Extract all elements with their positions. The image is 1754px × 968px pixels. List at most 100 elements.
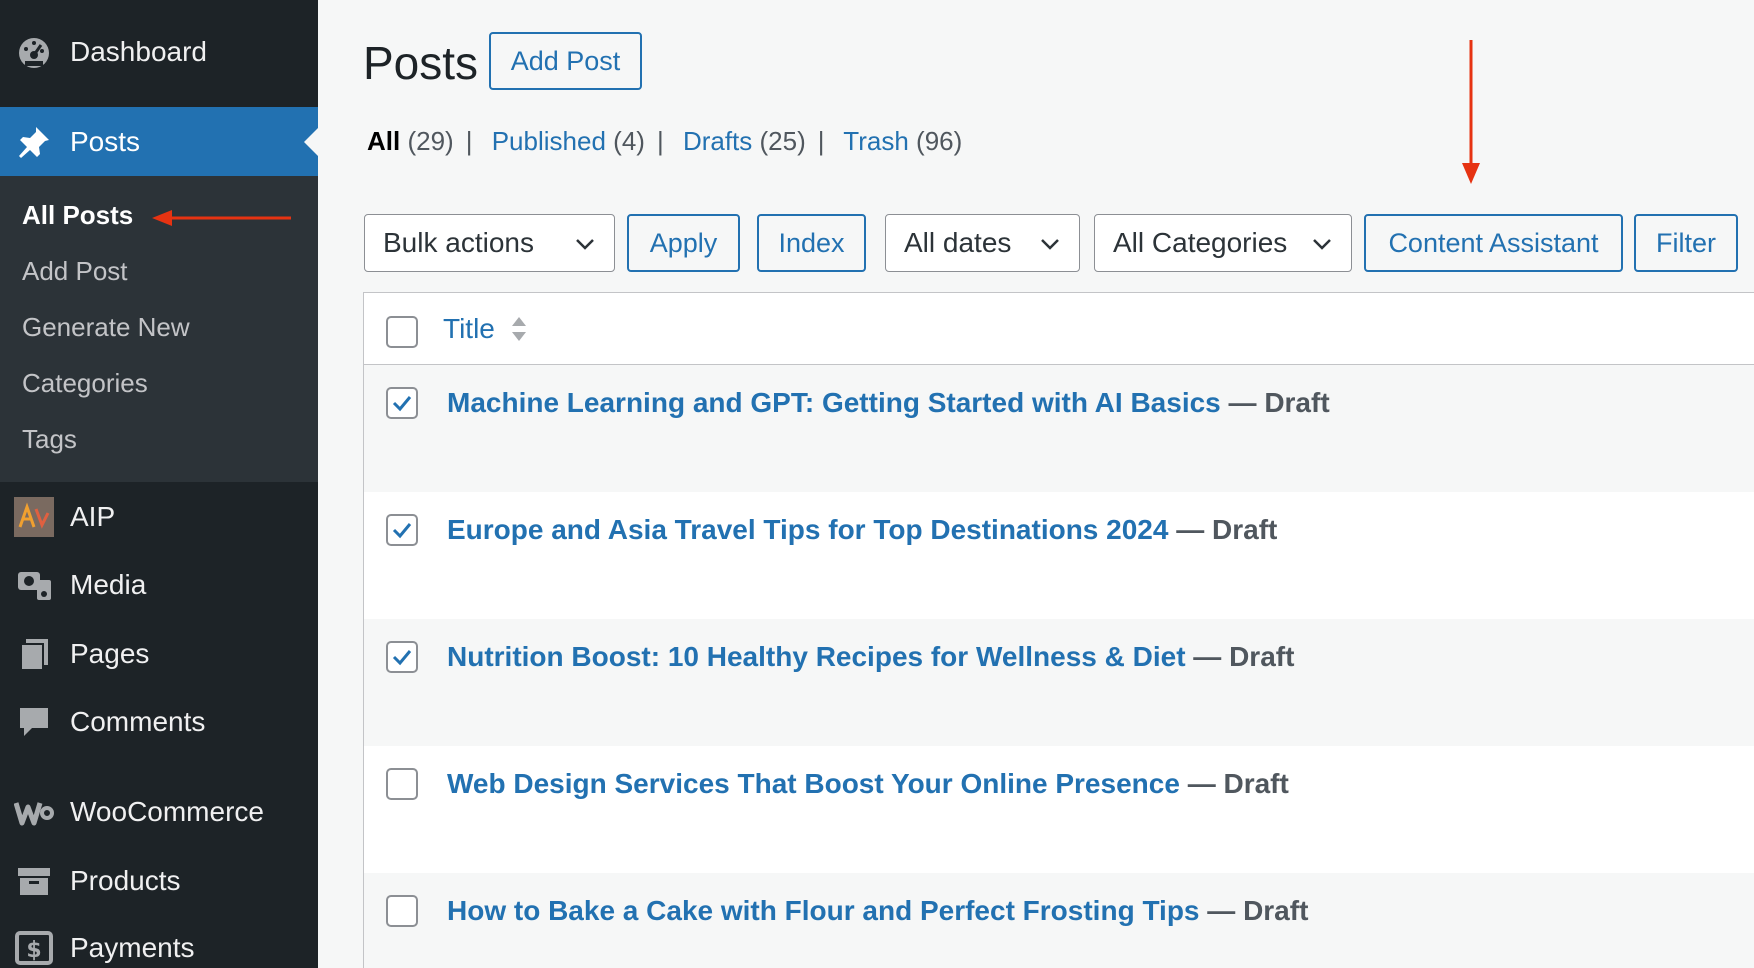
state-separator: — — [1187, 768, 1216, 799]
table-row: Nutrition Boost: 10 Healthy Recipes for … — [364, 619, 1754, 746]
menu-label: Dashboard — [70, 36, 207, 67]
row-checkbox[interactable] — [386, 641, 418, 673]
pushpin-icon — [14, 122, 54, 162]
post-state-label: Draft — [1264, 387, 1330, 418]
post-state-label: Draft — [1212, 514, 1278, 545]
submenu-all-posts[interactable]: All Posts — [22, 200, 133, 231]
sort-icon[interactable] — [509, 313, 529, 345]
menu-label: Posts — [70, 125, 141, 157]
filter-button[interactable]: Filter — [1634, 214, 1738, 272]
row-checkbox[interactable] — [386, 514, 418, 546]
post-state-label: Draft — [1243, 895, 1309, 926]
submenu-categories[interactable]: Categories — [22, 368, 148, 399]
column-title-sort-link[interactable]: Title — [443, 313, 495, 345]
post-title-link[interactable]: Europe and Asia Travel Tips for Top Dest… — [447, 514, 1277, 546]
table-row: How to Bake a Cake with Flour and Perfec… — [364, 873, 1754, 968]
payments-icon: $ — [14, 928, 54, 968]
dates-filter-value: All dates — [904, 227, 1012, 258]
categories-filter-value: All Categories — [1113, 227, 1288, 258]
table-row: Web Design Services That Boost Your Onli… — [364, 746, 1754, 873]
content-assistant-button[interactable]: Content Assistant — [1364, 214, 1623, 272]
menu-media[interactable]: Media — [0, 558, 318, 612]
menu-comments[interactable]: Comments — [0, 694, 318, 750]
post-state: — Draft — [1168, 514, 1277, 545]
comments-icon — [14, 702, 54, 742]
filter-trash[interactable]: Trash — [843, 126, 909, 156]
post-title-link[interactable]: Machine Learning and GPT: Getting Starte… — [447, 387, 1330, 419]
index-button[interactable]: Index — [757, 214, 866, 272]
bulk-actions-value: Bulk actions — [383, 227, 534, 258]
menu-label: Payments — [70, 932, 195, 963]
menu-dashboard[interactable]: Dashboard — [0, 22, 318, 82]
post-state: — Draft — [1200, 895, 1309, 926]
dates-filter-select[interactable]: All dates — [885, 214, 1080, 272]
status-filter-links: All (29) | Published (4) | Drafts (25) | Tr… — [367, 126, 962, 157]
post-title-text[interactable]: Nutrition Boost: 10 Healthy Recipes for … — [447, 641, 1186, 672]
separator: | — [817, 126, 825, 156]
filter-published[interactable]: Published — [492, 126, 606, 156]
menu-label: Pages — [70, 638, 150, 669]
row-checkbox[interactable] — [386, 387, 418, 419]
menu-label: WooCommerce — [70, 796, 264, 827]
separator: | — [465, 126, 473, 156]
annotation-arrow-left — [152, 210, 291, 226]
pages-icon — [14, 634, 54, 674]
menu-posts[interactable]: Posts — [0, 107, 318, 176]
state-separator: — — [1207, 895, 1236, 926]
filter-drafts[interactable]: Drafts — [683, 126, 752, 156]
post-title-text[interactable]: How to Bake a Cake with Flour and Perfec… — [447, 895, 1200, 926]
row-checkbox[interactable] — [386, 895, 418, 927]
post-state: — Draft — [1180, 768, 1289, 799]
menu-products[interactable]: Products — [0, 853, 318, 909]
state-separator: — — [1228, 387, 1257, 418]
aip-logo-icon — [14, 497, 54, 537]
filter-all[interactable]: All — [367, 126, 400, 156]
add-post-button[interactable]: Add Post — [489, 32, 642, 90]
chevron-down-icon — [1313, 239, 1331, 250]
count-trash: (96) — [916, 126, 963, 156]
checkmark-icon — [392, 523, 412, 539]
chevron-down-icon — [1041, 239, 1059, 250]
woocommerce-icon — [14, 792, 54, 832]
row-checkbox[interactable] — [386, 768, 418, 800]
menu-payments[interactable]: $ Payments — [0, 920, 318, 968]
admin-sidebar: Dashboard Posts All Posts Add Post Gener… — [0, 0, 318, 968]
categories-filter-select[interactable]: All Categories — [1094, 214, 1352, 272]
post-title-text[interactable]: Machine Learning and GPT: Getting Starte… — [447, 387, 1221, 418]
svg-text:$: $ — [26, 938, 41, 963]
post-title-link[interactable]: Web Design Services That Boost Your Onli… — [447, 768, 1289, 800]
state-separator: — — [1193, 641, 1222, 672]
bulk-actions-select[interactable]: Bulk actions — [364, 214, 615, 272]
submenu-add-post[interactable]: Add Post — [22, 256, 128, 287]
post-title-link[interactable]: Nutrition Boost: 10 Healthy Recipes for … — [447, 641, 1294, 673]
media-icon — [14, 565, 54, 605]
menu-woocommerce[interactable]: WooCommerce — [0, 784, 318, 840]
menu-label: AIP — [70, 501, 116, 532]
select-all-checkbox[interactable] — [386, 316, 418, 348]
submenu-generate-new[interactable]: Generate New — [22, 312, 190, 343]
state-separator: — — [1176, 514, 1205, 545]
menu-pages[interactable]: Pages — [0, 626, 318, 682]
checkmark-icon — [392, 650, 412, 666]
posts-table: Title Machine Learning and GPT: Getting … — [363, 292, 1754, 968]
count-drafts: (25) — [759, 126, 806, 156]
current-indicator — [304, 127, 318, 156]
table-row: Machine Learning and GPT: Getting Starte… — [364, 365, 1754, 492]
menu-label: Media — [70, 569, 147, 600]
products-icon — [14, 861, 54, 901]
dashboard-icon — [14, 32, 54, 72]
post-state-label: Draft — [1223, 768, 1289, 799]
menu-aip[interactable]: AIP — [0, 490, 318, 544]
post-title-text[interactable]: Web Design Services That Boost Your Onli… — [447, 768, 1180, 799]
menu-label: Products — [70, 865, 181, 896]
submenu-tags[interactable]: Tags — [22, 424, 77, 455]
chevron-down-icon — [576, 239, 594, 250]
post-state: — Draft — [1186, 641, 1294, 672]
menu-label: Comments — [70, 706, 206, 737]
post-title-text[interactable]: Europe and Asia Travel Tips for Top Dest… — [447, 514, 1168, 545]
post-title-link[interactable]: How to Bake a Cake with Flour and Perfec… — [447, 895, 1308, 927]
apply-button[interactable]: Apply — [627, 214, 740, 272]
count-all: (29) — [407, 126, 454, 156]
table-header: Title — [364, 293, 1754, 365]
checkmark-icon — [392, 396, 412, 412]
